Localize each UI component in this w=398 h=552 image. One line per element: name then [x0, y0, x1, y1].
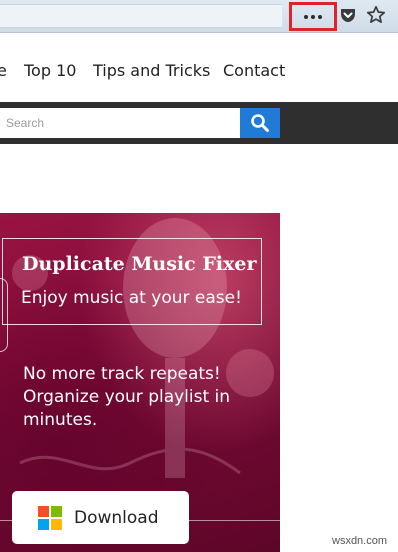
search-bar — [0, 102, 398, 144]
download-button[interactable]: Download — [12, 491, 189, 544]
star-icon[interactable] — [366, 5, 386, 25]
nav-item-truncated[interactable]: e — [0, 61, 7, 80]
browser-toolbar — [0, 0, 398, 33]
nav-item-top-10[interactable]: Top 10 — [24, 61, 76, 80]
title-frame — [2, 238, 262, 325]
watermark: wsxdn.com — [332, 535, 388, 547]
search-input[interactable] — [0, 108, 241, 138]
banner-subtitle: Enjoy music at your ease! — [21, 288, 242, 308]
search-icon — [251, 114, 269, 132]
banner-copy: No more track repeats! Organize your pla… — [23, 364, 231, 430]
banner-title: Duplicate Music Fixer — [22, 253, 257, 275]
address-bar[interactable] — [0, 4, 282, 28]
windows-icon — [38, 505, 62, 530]
nav-item-contact[interactable]: Contact — [223, 61, 285, 80]
nav-item-tips-and-tricks[interactable]: Tips and Tricks — [93, 61, 210, 80]
carousel-tab[interactable] — [0, 278, 8, 352]
pocket-icon[interactable] — [340, 8, 356, 23]
ad-banner[interactable]: Duplicate Music Fixer Enjoy music at you… — [0, 213, 280, 552]
page-actions-menu-button[interactable] — [289, 2, 337, 31]
search-button[interactable] — [240, 108, 280, 138]
more-horizontal-icon — [304, 15, 322, 19]
download-label: Download — [74, 507, 159, 528]
